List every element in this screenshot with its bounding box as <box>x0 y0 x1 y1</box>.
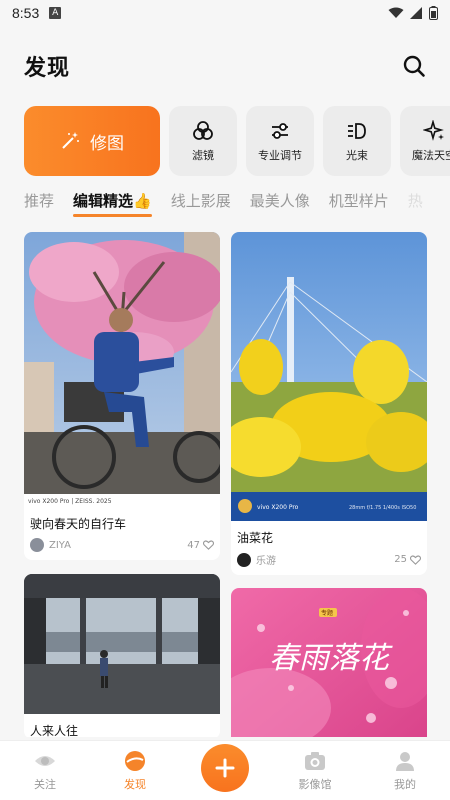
card-overlay-text: 春雨落花 <box>269 641 393 676</box>
card-exif: 28mm f/1.75 1/400s ISO50 <box>349 505 416 511</box>
like-button[interactable]: 47 <box>187 540 214 551</box>
card-tag: 专题 <box>321 609 333 617</box>
nav-gallery-label: 影像馆 <box>298 777 332 791</box>
light-beam-icon <box>348 122 366 139</box>
retouch-button[interactable]: 修图 <box>24 106 160 176</box>
light-beam-button[interactable]: 光束 <box>323 106 391 176</box>
card-title: 油菜花 <box>237 531 274 545</box>
magic-sky-label: 魔法天空 <box>412 148 450 162</box>
tab-device-samples[interactable]: 机型样片 <box>329 190 389 217</box>
avatar[interactable] <box>237 552 251 567</box>
notification-badge: A <box>49 7 62 19</box>
sliders-icon <box>272 122 288 139</box>
tab-online-exhibition[interactable]: 线上影展 <box>171 190 231 217</box>
tab-recommend[interactable]: 推荐 <box>24 190 54 217</box>
retouch-label: 修图 <box>90 133 124 154</box>
sparkle-icon <box>423 119 444 141</box>
pro-adjust-label: 专业调节 <box>258 148 302 162</box>
magic-sky-button[interactable]: 魔法天空 <box>400 106 450 176</box>
heart-icon <box>410 554 421 565</box>
status-bar: 8:53 A <box>0 0 450 26</box>
avatar[interactable] <box>30 538 44 552</box>
nav-discover[interactable]: 发现 <box>90 741 180 800</box>
tab-hot[interactable]: 热 <box>408 190 423 217</box>
card-meta: ZIYA 47 <box>24 532 220 560</box>
card-watermark: vivo X200 Pro | ZEISS. 2025 <box>28 498 112 505</box>
nav-follow[interactable]: 关注 <box>0 741 90 800</box>
magic-wand-icon <box>62 132 79 149</box>
like-count: 47 <box>187 539 200 551</box>
pro-adjust-button[interactable]: 专业调节 <box>246 106 314 176</box>
nav-follow-label: 关注 <box>34 777 56 791</box>
battery-icon <box>429 6 438 20</box>
like-button[interactable]: 25 <box>394 554 421 565</box>
add-post-button[interactable] <box>201 744 249 792</box>
profile-icon <box>396 751 414 771</box>
wifi-icon <box>388 7 404 18</box>
card-title: 驶向春天的自行车 <box>30 517 127 531</box>
tools-row: 修图 滤镜 专业调节 光束 魔法天空 <box>24 106 450 176</box>
filter-button[interactable]: 滤镜 <box>169 106 237 176</box>
status-time: 8:53 <box>12 5 40 21</box>
photo-thumbnail: vivo X200 Pro | ZEISS. 2025 <box>24 232 220 507</box>
heart-icon <box>203 540 214 550</box>
light-beam-label: 光束 <box>346 148 368 162</box>
plus-icon <box>215 758 235 778</box>
card-author[interactable]: 乐游 <box>256 552 276 567</box>
tab-portrait[interactable]: 最美人像 <box>250 190 310 217</box>
signal-icon <box>410 7 422 19</box>
filter-label: 滤镜 <box>192 148 214 162</box>
photo-card[interactable]: 人来人往 <box>24 574 220 737</box>
page-title: 发现 <box>24 56 71 81</box>
tab-editor-picks[interactable]: 编辑精选👍 <box>73 190 152 217</box>
discover-icon <box>125 750 145 771</box>
photo-card[interactable]: vivo X200 Pro 28mm f/1.75 1/400s ISO50 油… <box>231 232 427 575</box>
photo-card[interactable]: 专题 春雨落花 <box>231 588 427 737</box>
nav-profile[interactable]: 我的 <box>360 741 450 800</box>
status-icons <box>388 6 438 20</box>
like-count: 25 <box>394 554 407 565</box>
search-icon <box>403 55 425 77</box>
card-watermark: vivo X200 Pro <box>257 504 299 511</box>
card-title: 人来人往 <box>30 724 79 737</box>
card-meta: 乐游 25 <box>231 546 427 575</box>
nav-profile-label: 我的 <box>394 777 416 791</box>
photo-feed: vivo X200 Pro | ZEISS. 2025 驶向春天的自行车 ZIY… <box>24 232 427 737</box>
eye-icon <box>35 755 55 766</box>
photo-card[interactable]: vivo X200 Pro | ZEISS. 2025 驶向春天的自行车 ZIY… <box>24 232 220 560</box>
photo-thumbnail: vivo X200 Pro 28mm f/1.75 1/400s ISO50 <box>231 232 427 521</box>
photo-thumbnail <box>24 574 220 714</box>
category-tabs: 推荐 编辑精选👍 线上影展 最美人像 机型样片 热 <box>24 190 423 217</box>
filter-icon <box>193 120 213 140</box>
camera-icon <box>305 751 325 770</box>
nav-discover-label: 发现 <box>124 777 146 791</box>
search-button[interactable] <box>402 54 426 78</box>
photo-thumbnail: 专题 春雨落花 <box>231 588 427 737</box>
nav-gallery[interactable]: 影像馆 <box>270 741 360 800</box>
card-author[interactable]: ZIYA <box>49 540 71 551</box>
